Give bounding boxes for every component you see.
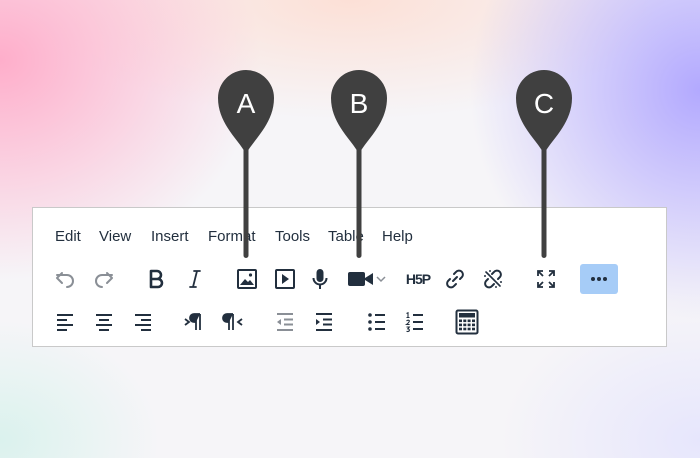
callout-c: C [515,68,573,260]
undo-icon [56,272,74,288]
record-audio-button[interactable] [303,264,337,294]
numbered-list-icon [404,311,423,333]
callout-letter: A [236,88,256,119]
insert-link-button[interactable] [438,264,472,294]
unlink-icon [484,269,502,289]
bold-button[interactable] [139,264,173,294]
fullscreen-button[interactable] [529,264,563,294]
align-center-button[interactable] [87,307,121,337]
outdent-button[interactable] [268,307,302,337]
h5p-button[interactable]: H5P [399,264,437,294]
link-icon [446,269,464,289]
indent-button[interactable] [307,307,341,337]
more-button[interactable] [580,264,618,294]
undo-button[interactable] [48,264,82,294]
equation-button[interactable] [450,307,484,337]
menu-insert[interactable]: Insert [151,228,189,245]
image-icon [237,269,257,289]
redo-icon [95,272,113,288]
play-icon [275,269,295,289]
align-right-button[interactable] [126,307,160,337]
h5p-icon: H5P [405,271,431,287]
indent-icon [316,313,332,331]
insert-media-button[interactable] [268,264,302,294]
fullscreen-icon [537,270,555,288]
unlink-button[interactable] [476,264,510,294]
more-icon [591,277,607,281]
rtl-icon [222,313,243,330]
video-camera-icon [348,272,386,286]
insert-image-button[interactable] [230,264,264,294]
redo-button[interactable] [87,264,121,294]
menu-tools[interactable]: Tools [275,228,310,245]
callout-letter: C [533,88,555,119]
rtl-button[interactable] [216,307,250,337]
align-center-icon [96,314,112,331]
calculator-icon [455,309,479,335]
callout-b: B [330,68,388,260]
callout-letter: B [349,88,369,119]
italic-button[interactable] [178,264,212,294]
align-left-icon [57,314,73,331]
align-right-icon [135,314,151,331]
ltr-icon [184,313,201,330]
numbered-list-button[interactable] [398,307,432,337]
italic-icon [189,270,201,288]
ltr-button[interactable] [177,307,211,337]
record-video-button[interactable] [345,264,391,294]
menu-edit[interactable]: Edit [55,228,81,245]
menu-view[interactable]: View [99,228,131,245]
bullet-list-icon [368,313,385,331]
outdent-icon [277,313,293,331]
bullet-list-button[interactable] [360,307,394,337]
microphone-icon [312,269,328,289]
callout-a: A [217,68,275,260]
bold-icon [149,269,164,289]
align-left-button[interactable] [48,307,82,337]
